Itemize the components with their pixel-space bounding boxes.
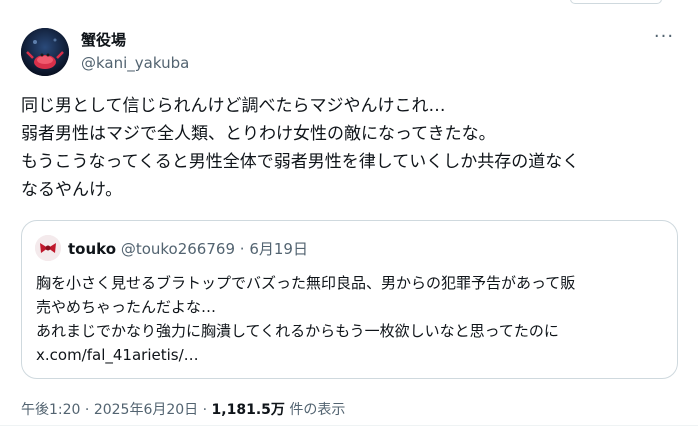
tweet-text: 同じ男として信じられんけど調べたらマジやんけこれ… 弱者男性はマジで全人類、とり… xyxy=(21,96,580,200)
quoted-tweet-card[interactable]: touko @touko266769 · 6月19日 胸を小さく見せるブラトップ… xyxy=(21,220,678,379)
tweet-time[interactable]: 午後1:20 xyxy=(21,402,80,418)
meta-separator: · xyxy=(202,402,208,418)
top-cut-button[interactable] xyxy=(570,0,662,4)
more-options-icon[interactable]: ··· xyxy=(649,28,679,52)
author-block: 蟹役場 @kani_yakuba xyxy=(81,30,189,73)
ribbon-avatar-icon[interactable] xyxy=(35,235,61,261)
views-label: 件の表示 xyxy=(289,402,346,418)
crab-avatar-icon[interactable] xyxy=(21,28,69,76)
quote-header: touko @touko266769 · 6月19日 xyxy=(68,239,308,259)
meta-separator: · xyxy=(84,402,90,418)
tweet-meta: 午後1:20 · 2025年6月20日 · 1,181.5万 件の表示 xyxy=(21,400,345,420)
tweet-date[interactable]: 2025年6月20日 xyxy=(94,402,198,418)
quote-author-name[interactable]: touko xyxy=(68,240,116,258)
quote-author-handle[interactable]: @touko266769 xyxy=(121,240,235,258)
views-count: 1,181.5万 xyxy=(211,402,285,418)
author-handle[interactable]: @kani_yakuba xyxy=(81,53,189,73)
quote-date[interactable]: 6月19日 xyxy=(249,240,308,258)
quote-separator: · xyxy=(239,240,245,258)
author-display-name[interactable]: 蟹役場 xyxy=(81,30,189,50)
quote-text: 胸を小さく見せるブラトップでバズった無印良品、男からの犯罪予告があって販 売やめ… xyxy=(36,274,576,364)
tweet-header: 蟹役場 @kani_yakuba ··· xyxy=(21,28,681,78)
